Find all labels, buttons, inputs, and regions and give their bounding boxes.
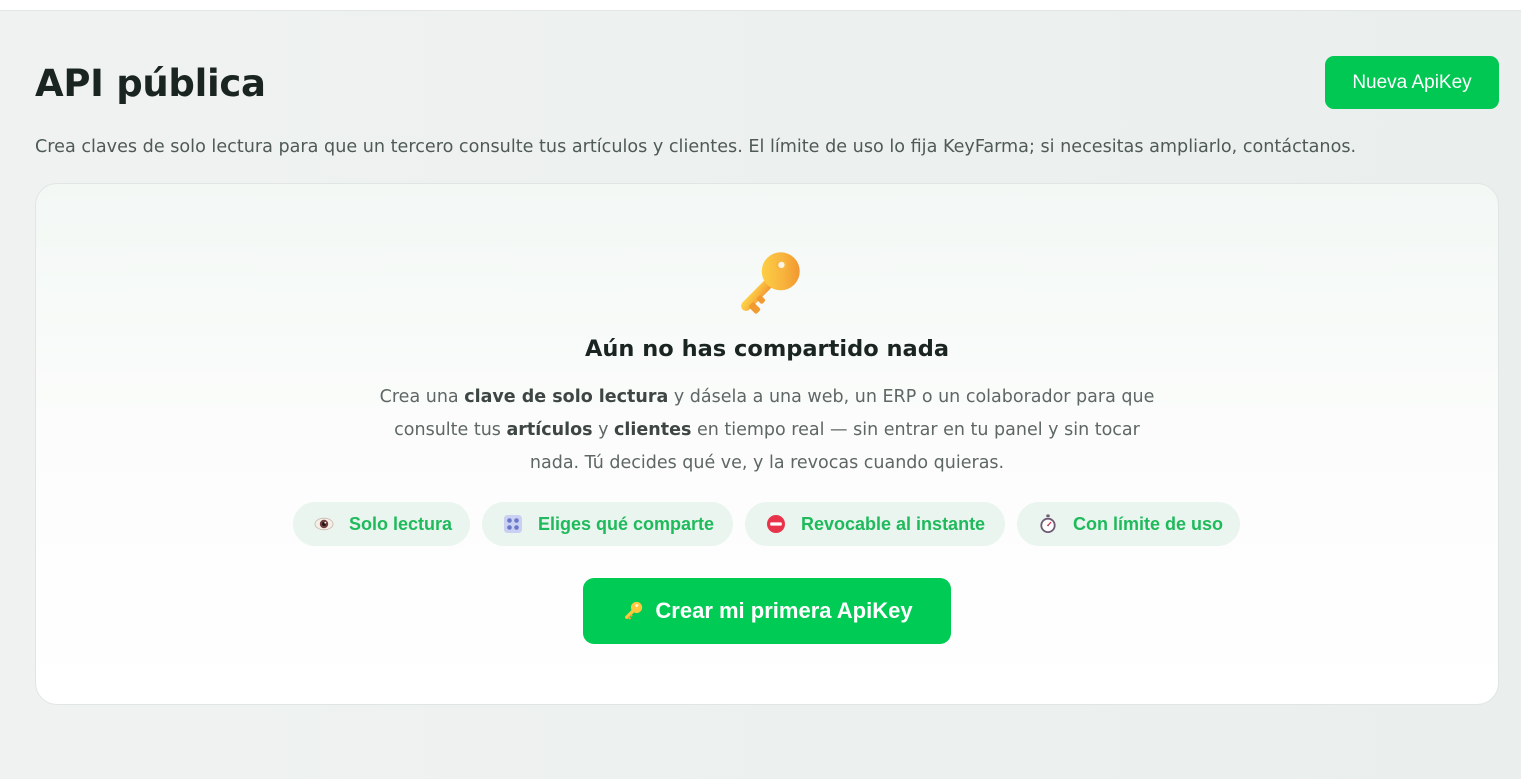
- grid-icon: [504, 515, 522, 533]
- page-title: API pública: [35, 62, 266, 105]
- key-icon: [625, 601, 643, 620]
- eye-icon: [314, 517, 334, 531]
- page-subtitle: Crea claves de solo lectura para que un …: [35, 137, 1357, 157]
- create-first-apikey-button[interactable]: Crear mi primera ApiKey: [583, 578, 951, 644]
- feature-chip-choose-share: Eliges qué comparte: [482, 502, 733, 546]
- empty-state-card: Aún no has compartido nada Crea una clav…: [35, 183, 1499, 705]
- empty-state-title: Aún no has compartido nada: [585, 336, 949, 362]
- new-apikey-button[interactable]: Nueva ApiKey: [1325, 56, 1499, 109]
- page-header: API pública Nueva ApiKey: [35, 56, 1499, 110]
- stopwatch-icon: [1040, 514, 1056, 533]
- key-icon: [741, 252, 800, 314]
- feature-chips: Solo lectura Eliges qué comparte Revocab…: [36, 502, 1498, 546]
- empty-state-description: Crea una clave de solo lectura y dásela …: [379, 387, 1155, 473]
- feature-chip-usage-limit: Con límite de uso: [1017, 502, 1240, 546]
- no-entry-icon: [767, 515, 785, 533]
- feature-chip-read-only: Solo lectura: [293, 502, 470, 546]
- feature-chip-revocable: Revocable al instante: [745, 502, 1005, 546]
- top-border: [0, 0, 1521, 11]
